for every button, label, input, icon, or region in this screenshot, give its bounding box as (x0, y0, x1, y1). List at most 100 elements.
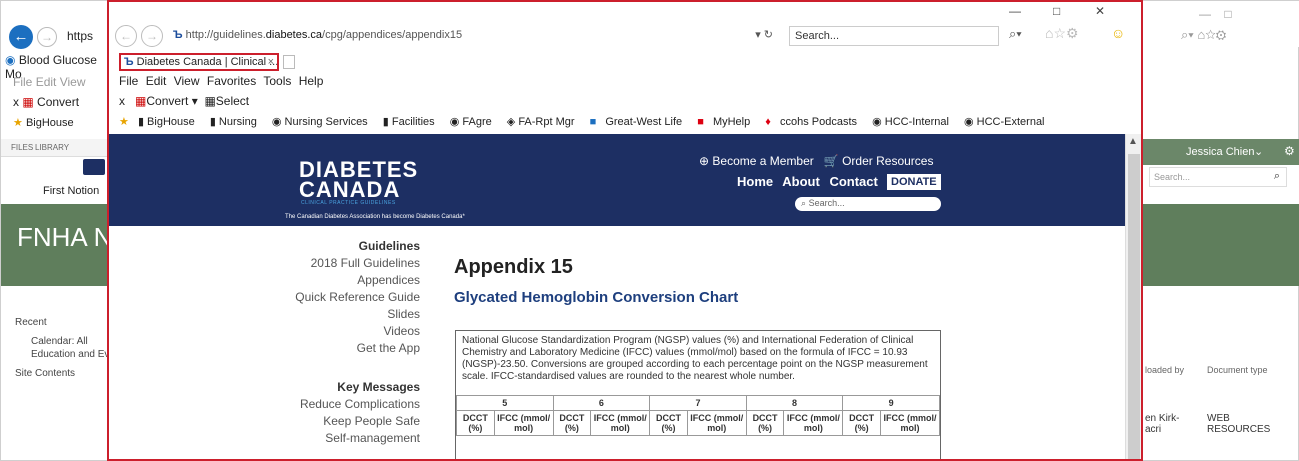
fav-hcc-internal[interactable]: ◉ HCC-Internal (872, 116, 955, 128)
sidebar-item-full-guidelines[interactable]: 2018 Full Guidelines (109, 255, 420, 272)
sidebar-item-quick-reference[interactable]: Quick Reference Guide (109, 289, 420, 306)
fav-ccohs-podcasts[interactable]: ♦ ccohs Podcasts (765, 116, 863, 128)
table-column-header: DCCT (%) (745, 410, 785, 436)
browser-search-input[interactable]: Search... (789, 26, 999, 46)
sidebar-item-get-app[interactable]: Get the App (109, 340, 420, 357)
cart-icon: 🛒 (823, 154, 839, 168)
menu-file[interactable]: File (119, 74, 138, 88)
ribbon-tab-files[interactable]: FILES (11, 143, 33, 152)
fav-hcc-external[interactable]: ◉ HCC-External (964, 116, 1051, 128)
fav-myhelp[interactable]: ■ MyHelp (697, 116, 756, 128)
table-group-header: 6 (552, 395, 651, 411)
toolbar-icons[interactable]: ⌂☆⚙ (1045, 25, 1079, 42)
nav-about[interactable]: About (782, 174, 820, 189)
tab-close-icon[interactable]: × (268, 56, 274, 68)
main-content: Appendix 15 Glycated Hemoglobin Conversi… (454, 256, 1119, 306)
fav-nursing-services[interactable]: ◉ Nursing Services (272, 116, 374, 128)
fav-bighouse[interactable]: ▮ BigHouse (138, 116, 201, 128)
background-left-nav: Recent Calendar: All Education and Eve S… (15, 316, 115, 380)
menu-edit[interactable]: Edit (146, 74, 167, 88)
sidebar-item-keep-safe[interactable]: Keep People Safe (109, 413, 420, 430)
sidebar-item-appendices[interactable]: Appendices (109, 272, 420, 289)
new-tab-icon[interactable] (283, 55, 295, 69)
fav-fa-rpt-mgr[interactable]: ◈ FA-Rpt Mgr (507, 116, 581, 128)
sidebar-item-slides[interactable]: Slides (109, 306, 420, 323)
background-window-controls[interactable]: — □ (1199, 7, 1232, 21)
user-name[interactable]: Jessica Chien (1186, 146, 1254, 158)
nav-contact[interactable]: Contact (829, 174, 877, 189)
sidebar-item-videos[interactable]: Videos (109, 323, 420, 340)
background-search-input[interactable]: Search... ⌕ (1149, 167, 1287, 187)
select-button[interactable]: Select (216, 94, 249, 108)
fav-label: ccohs Podcasts (779, 116, 858, 128)
nav-site-contents[interactable]: Site Contents (15, 367, 115, 380)
menu-view[interactable]: View (60, 75, 86, 89)
table-column-header: IFCC (mmol/ mol) (783, 410, 844, 436)
scroll-thumb[interactable] (1128, 154, 1140, 459)
fav-bighouse[interactable]: BigHouse (26, 117, 74, 129)
fav-nursing[interactable]: ▮ Nursing (210, 116, 263, 128)
order-resources-link[interactable]: Order Resources (842, 154, 933, 168)
top-utility-nav: ⊕ Become a Member 🛒 Order Resources (699, 154, 933, 168)
fav-label: FAgre (462, 116, 492, 128)
tab-title: Diabetes Canada | Clinical ... (136, 56, 279, 68)
smiley-icon[interactable]: ☺ (1111, 25, 1125, 41)
minimize-icon[interactable]: — (1009, 4, 1021, 18)
site-logo[interactable]: DIABETES CANADA (299, 159, 418, 201)
chevron-down-icon[interactable]: ⌄ (1254, 145, 1263, 158)
become-member-link[interactable]: Become a Member (712, 154, 813, 168)
background-tab[interactable]: ◉ Blood Glucose Mo (5, 53, 115, 81)
gear-icon[interactable]: ⚙ (1284, 144, 1295, 158)
vertical-scrollbar[interactable]: ▲ (1125, 134, 1141, 459)
menu-tools[interactable]: Tools (263, 74, 291, 88)
nav-calendar[interactable]: Calendar: All (31, 335, 115, 348)
title-bar: — □ ✕ (109, 2, 1141, 24)
fav-label: FA-Rpt Mgr (518, 116, 575, 128)
search-icon[interactable]: ⌕▾ (1009, 26, 1022, 42)
menu-edit[interactable]: Edit (36, 75, 57, 89)
nav-education[interactable]: Education and Eve (31, 348, 115, 361)
star-icon[interactable]: ★ (119, 116, 129, 128)
fav-facilities[interactable]: ▮ Facilities (383, 116, 441, 128)
star-icon[interactable]: ★ (13, 117, 23, 129)
back-icon[interactable]: ← (9, 25, 33, 49)
table-column-header: IFCC (mmol/ mol) (686, 410, 747, 436)
convert-label[interactable]: Convert (37, 95, 79, 109)
column-header-uploaded-by[interactable]: loaded by (1145, 365, 1184, 375)
menu-help[interactable]: Help (299, 74, 324, 88)
close-icon[interactable]: ✕ (1095, 4, 1105, 18)
back-icon[interactable]: ← (115, 25, 137, 47)
tab-diabetes-canada[interactable]: Ъ Diabetes Canada | Clinical ... × (119, 53, 279, 71)
background-url[interactable]: https (67, 29, 93, 43)
table-column-header: DCCT (%) (842, 410, 881, 436)
background-toolbar-icons[interactable]: ⌕▾ ⌂☆⚙ (1181, 27, 1226, 43)
table-column-header: IFCC (mmol/ mol) (590, 410, 651, 436)
menu-file[interactable]: File (13, 75, 32, 89)
menu-favorites[interactable]: Favorites (207, 74, 256, 88)
url-field[interactable]: Ъ http://guidelines.diabetes.ca/cpg/appe… (169, 26, 777, 46)
sidebar-item-reduce-complications[interactable]: Reduce Complications (109, 396, 420, 413)
column-header-document-type[interactable]: Document type (1207, 365, 1268, 375)
nav-recent[interactable]: Recent (15, 316, 115, 329)
sidebar-item-self-management[interactable]: Self-management (109, 430, 420, 447)
menu-view[interactable]: View (174, 74, 200, 88)
search-icon[interactable]: ⌕ (1274, 170, 1280, 183)
tab-bar: Ъ Diabetes Canada | Clinical ... × (109, 52, 1141, 72)
forward-icon[interactable]: → (141, 25, 163, 47)
ribbon-tab-library[interactable]: LIBRARY (35, 143, 69, 152)
fav-fagre[interactable]: ◉ FAgre (450, 116, 498, 128)
close-icon[interactable]: x (13, 95, 19, 109)
donate-button[interactable]: DONATE (887, 174, 941, 190)
site-search-input[interactable]: ⌕ Search... (795, 197, 941, 211)
forward-icon[interactable]: → (37, 27, 57, 47)
scroll-up-icon[interactable]: ▲ (1128, 136, 1138, 147)
refresh-icon[interactable]: ▾ ↻ (755, 28, 773, 41)
close-icon[interactable]: x (119, 94, 125, 108)
menu-bar: File Edit View Favorites Tools Help (119, 74, 323, 88)
convert-button[interactable]: Convert (146, 94, 188, 108)
chevron-down-icon[interactable]: ▾ (192, 94, 198, 108)
fav-great-west-life[interactable]: ■ Great-West Life (590, 116, 689, 128)
fav-label: HCC-Internal (884, 116, 949, 128)
nav-home[interactable]: Home (737, 174, 773, 189)
maximize-icon[interactable]: □ (1053, 4, 1060, 18)
